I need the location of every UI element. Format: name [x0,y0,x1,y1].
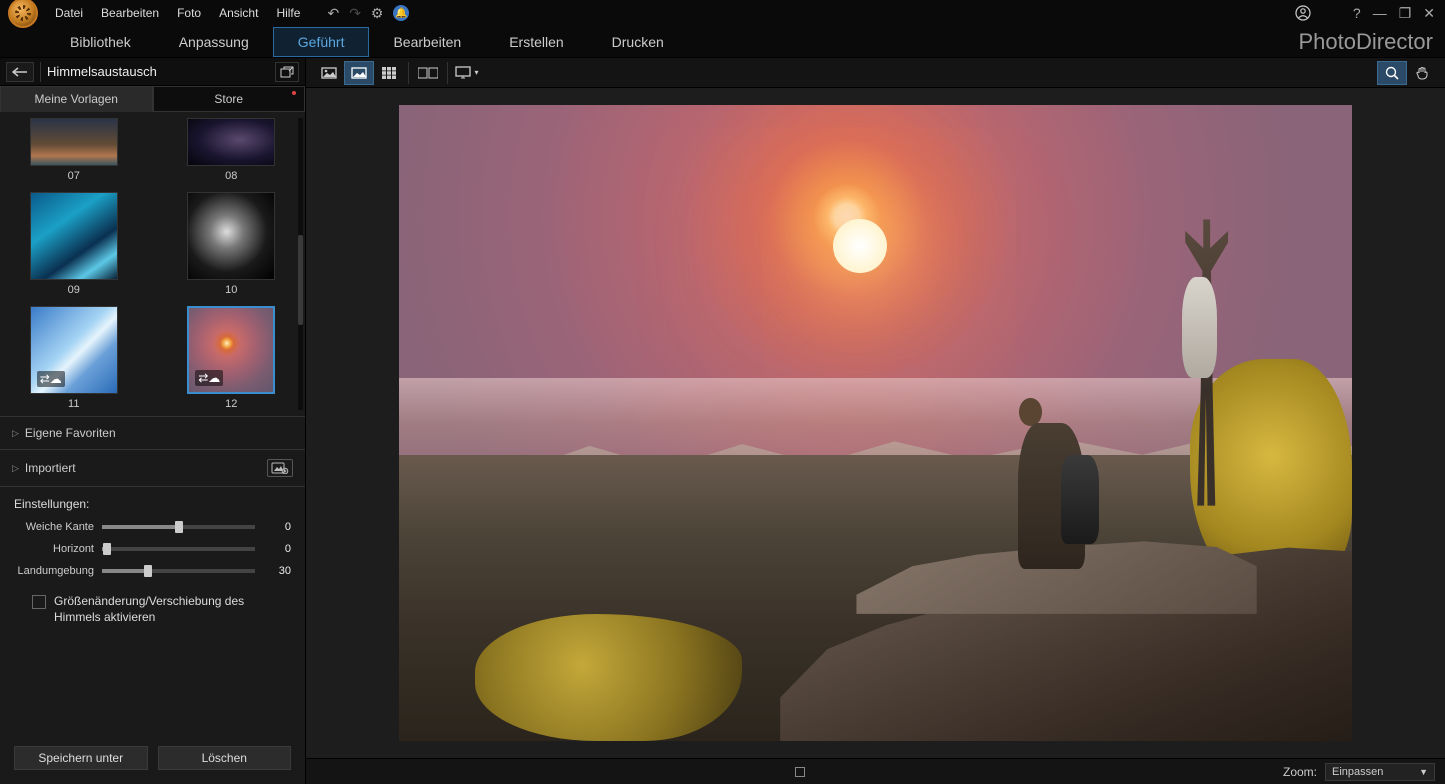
slider-value: 0 [263,543,291,555]
checkbox-label: Größenänderung/Verschiebung des Himmels … [54,593,291,625]
thumb-label: 10 [225,284,237,296]
sky-template-09[interactable] [30,192,118,280]
slider-knob[interactable] [103,543,111,555]
chevron-down-icon: ▼ [1419,767,1428,777]
undo-icon[interactable]: ↶ [327,5,339,22]
zoom-value: Einpassen [1332,766,1383,778]
zoom-select[interactable]: Einpassen ▼ [1325,763,1435,781]
slider-knob[interactable] [144,565,152,577]
nav-library[interactable]: Bibliothek [46,28,155,56]
thumb-label: 09 [68,284,80,296]
accordion-imported[interactable]: ▷ Importiert [0,449,305,486]
slider-track[interactable] [102,525,255,529]
import-image-button[interactable] [267,459,293,477]
store-new-dot [292,91,296,95]
tab-store[interactable]: Store [153,86,306,112]
delete-button[interactable]: Löschen [158,746,292,770]
app-brand: PhotoDirector [1298,29,1433,55]
slider-value: 0 [263,521,291,533]
settings-title: Einstellungen: [14,497,291,511]
scrollbar-track[interactable] [298,118,303,410]
account-icon[interactable] [1295,5,1311,21]
sky-template-10[interactable] [187,192,275,280]
nav-edit[interactable]: Bearbeiten [369,28,485,56]
menu-file[interactable]: Datei [46,6,92,20]
slider-land-ambience: Landumgebung 30 [14,565,291,577]
zoom-label: Zoom: [1283,765,1317,779]
nav-guided[interactable]: Geführt [273,27,370,57]
gear-icon[interactable]: ⚙ [371,5,384,22]
nav-create[interactable]: Erstellen [485,28,587,56]
tab-templates[interactable]: Meine Vorlagen [0,86,153,112]
zoom-tool-icon[interactable] [1377,61,1407,85]
chevron-right-icon: ▷ [12,428,19,439]
sky-template-12[interactable]: ⇄☁ [187,306,275,394]
thumb-label: 07 [68,170,80,182]
cloud-icon: ⇄☁ [37,371,65,387]
app-logo [8,0,38,28]
slider-knob[interactable] [175,521,183,533]
accordion-label: Eigene Favoriten [25,426,116,440]
thumb-label: 12 [225,398,237,410]
thumb-label: 08 [225,170,237,182]
view-single-icon[interactable] [314,61,344,85]
hand-tool-icon[interactable] [1407,61,1437,85]
maximize-icon[interactable]: ❐ [1399,5,1412,22]
compare-toggle[interactable] [795,767,805,777]
slider-label: Horizont [14,543,94,555]
accordion-label: Importiert [25,461,76,475]
sky-template-11[interactable]: ⇄☁ [30,306,118,394]
accordion-favorites[interactable]: ▷ Eigene Favoriten [0,416,305,449]
menu-view[interactable]: Ansicht [210,6,267,20]
checkbox-enable-transform[interactable] [32,595,46,609]
thumb-label: 11 [68,398,79,410]
sky-template-07[interactable] [30,118,118,166]
cloud-icon: ⇄☁ [195,370,223,386]
slider-track[interactable] [102,547,255,551]
minimize-icon[interactable]: — [1373,5,1387,21]
scrollbar-thumb[interactable] [298,235,303,325]
slider-soft-edge: Weiche Kante 0 [14,521,291,533]
view-display-icon[interactable]: ▾ [452,61,482,85]
view-compare-icon[interactable] [344,61,374,85]
notification-icon[interactable]: 🔔 [393,5,409,21]
slider-track[interactable] [102,569,255,573]
view-grid-icon[interactable] [374,61,404,85]
view-split-icon[interactable] [413,61,443,85]
nav-adjustment[interactable]: Anpassung [155,28,273,56]
menu-edit[interactable]: Bearbeiten [92,6,168,20]
sky-template-08[interactable] [187,118,275,166]
redo-icon[interactable]: ↷ [349,5,361,22]
menu-photo[interactable]: Foto [168,6,210,20]
slider-horizon: Horizont 0 [14,543,291,555]
slider-value: 30 [263,565,291,577]
menu-help[interactable]: Hilfe [267,6,309,20]
slider-label: Weiche Kante [14,521,94,533]
breadcrumb-label: Himmelsaustausch [47,64,269,79]
back-button[interactable] [6,62,34,82]
popout-icon[interactable] [275,62,299,82]
nav-print[interactable]: Drucken [588,28,688,56]
save-as-button[interactable]: Speichern unter [14,746,148,770]
slider-label: Landumgebung [14,565,94,577]
close-icon[interactable]: ✕ [1423,5,1435,22]
chevron-right-icon: ▷ [12,463,19,474]
preview-canvas[interactable] [399,105,1352,741]
tab-store-label: Store [214,92,243,106]
help-icon[interactable]: ? [1353,5,1361,21]
